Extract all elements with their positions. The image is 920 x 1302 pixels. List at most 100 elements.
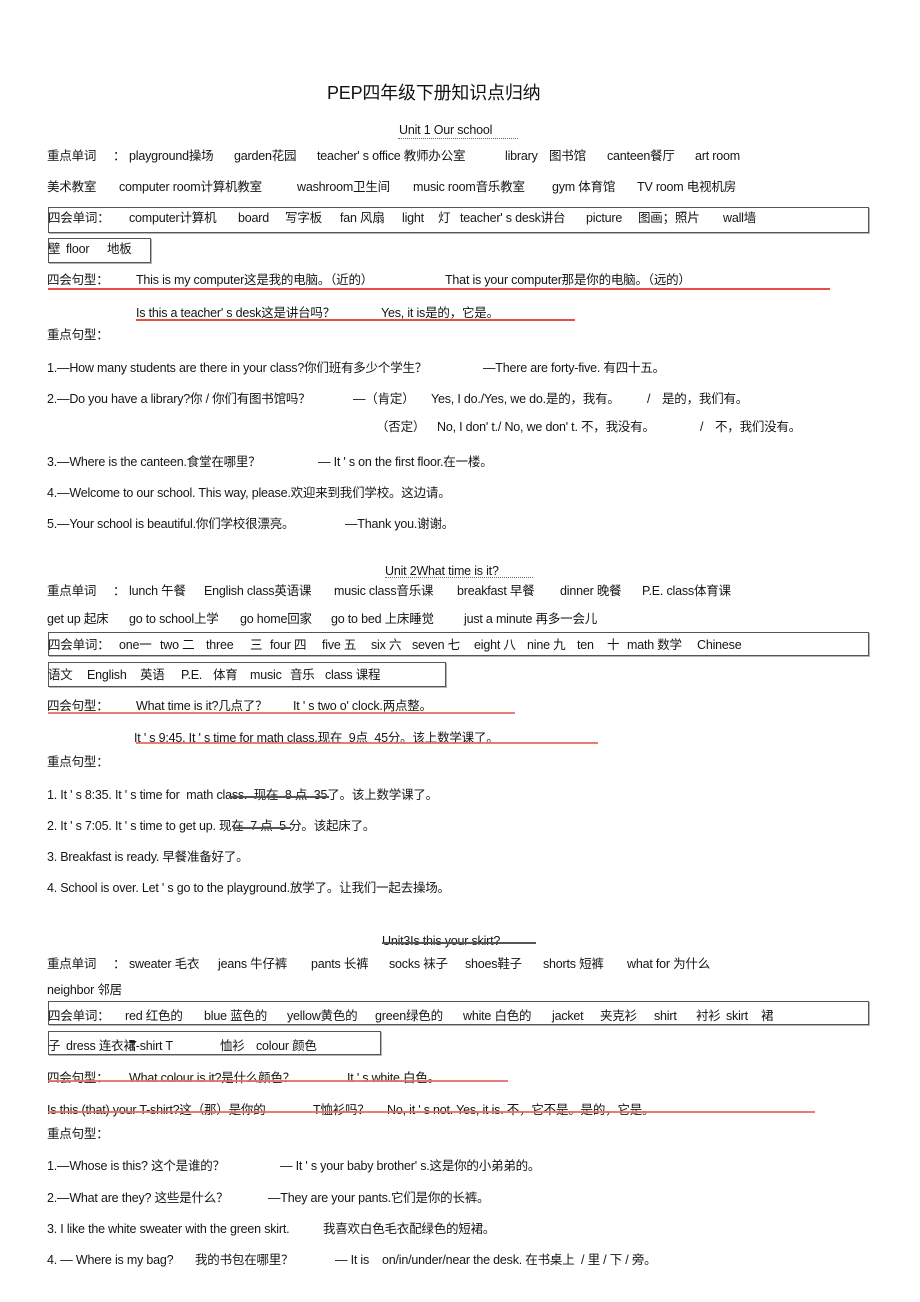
vocab-item: yellow黄色的 <box>287 1009 358 1023</box>
vocab-item: get up 起床 <box>47 612 109 626</box>
answer: — It ' s on the first floor.在一楼。 <box>318 455 493 469</box>
key-words-label: 重点单词 <box>47 584 97 598</box>
vocab-item: sweater 毛衣 <box>129 957 200 971</box>
vocab-item: 灯 <box>438 211 451 225</box>
key-sentence: 4. School is over. Let ' s go to the pla… <box>0 880 920 896</box>
key-sentence: 2.—Do you have a library?你 / 你们有图书馆吗？ —（… <box>0 391 920 407</box>
vocab-item: 音乐 <box>290 668 315 682</box>
key-words-label: 重点单词 <box>47 957 97 971</box>
vocab-item: Chinese <box>697 638 742 652</box>
vocab-item: jeans 牛仔裤 <box>218 957 288 971</box>
sentence: 4. School is over. Let ' s go to the pla… <box>47 881 450 895</box>
vocab-item: 衬衫 <box>696 1009 721 1023</box>
unit1-four-skill-sentences-row: 四会句型： This is my computer这是我的电脑。（近的） Tha… <box>0 272 920 288</box>
answer: —There are forty-five. 有四十五。 <box>483 361 665 375</box>
key-sentence: 5.—Your school is beautiful.你们学校很漂亮。 —Th… <box>0 516 920 532</box>
unit3-key-words-row: 重点单词 ： sweater 毛衣 jeans 牛仔裤 pants 长裤 soc… <box>0 956 920 972</box>
vocab-item: 英语 <box>140 668 165 682</box>
vocab-item: seven 七 <box>412 638 460 652</box>
unit2-title-underline <box>385 577 533 578</box>
unit1-title-underline <box>398 138 518 139</box>
unit1-title: Unit 1 Our school <box>399 123 493 137</box>
vocab-item: light <box>402 211 424 225</box>
sentence: Is this (that) your T-shirt?这（那）是你的 <box>47 1103 266 1117</box>
key-sentence: 2. It ' s 7:05. It ' s time to get up. 现… <box>0 818 920 834</box>
vocab-item: just a minute 再多一会儿 <box>464 612 598 626</box>
vocab-item: 图书馆 <box>549 149 586 163</box>
unit3-title: Unit3Is this your skirt? <box>382 934 501 948</box>
label-colon: ： <box>113 957 126 971</box>
four-skill-sentences-label: 四会句型： <box>47 1071 109 1085</box>
vocab-item: computer计算机 <box>129 211 217 225</box>
vocab-item: class 课程 <box>325 668 381 682</box>
red-annotation-underline <box>48 288 830 290</box>
question: 4. — Where is my bag? <box>47 1253 174 1267</box>
key-sentence: 2.—What are they? 这些是什么？ —They are your … <box>0 1190 920 1206</box>
vocab-item: five 五 <box>322 638 357 652</box>
red-annotation-underline <box>136 742 598 744</box>
unit1-key-words-row2: 美术教室 computer room计算机教室 washroom卫生间 musi… <box>0 179 920 195</box>
vocab-item: canteen餐厅 <box>607 149 675 163</box>
unit3-key-words-row2: neighbor 邻居 <box>0 982 920 998</box>
vocab-item: computer room计算机教室 <box>119 180 262 194</box>
key-sentence: 3.—Where is the canteen.食堂在哪里？ — It ' s … <box>0 454 920 470</box>
vocab-item: teacher' s desk讲台 <box>460 211 566 225</box>
vocab-item: wall墙 <box>723 211 757 225</box>
vocab-item: library <box>505 149 538 163</box>
document-title: PEP四年级下册知识点归纳 <box>327 83 541 103</box>
vocab-item: what for 为什么 <box>627 957 711 971</box>
vocab-item: fan 风扇 <box>340 211 385 225</box>
unit3-key-sentences-label-row: 重点句型： <box>0 1126 920 1142</box>
unit2-four-skill-words-row2: 语文 English 英语 P.E. 体育 music 音乐 class 课程 <box>0 667 920 683</box>
strikethrough-mark <box>233 827 291 829</box>
vocab-item: shirt <box>654 1009 677 1023</box>
unit1-key-words-row: 重点单词 ： playground操场 garden花园 teacher' s … <box>0 148 920 164</box>
unit2-four-skill-words-row: 四会单词： one一 two 二 three 三 four 四 five 五 s… <box>0 637 920 653</box>
unit2-key-words-row2: get up 起床 go to school上学 go home回家 go to… <box>0 611 920 627</box>
vocab-item: socks 袜子 <box>389 957 448 971</box>
key-sentences-label: 重点句型： <box>47 328 109 342</box>
label-colon: ： <box>113 584 126 598</box>
vocab-item: green绿色的 <box>375 1009 443 1023</box>
vocab-item: lunch 午餐 <box>129 584 186 598</box>
vocab-item: gym 体育馆 <box>552 180 616 194</box>
unit1-four-skill-words-row: 四会单词： computer计算机 board 写字板 fan 风扇 light… <box>0 210 920 226</box>
vocab-item: blue 蓝色的 <box>204 1009 268 1023</box>
sentence: What colour is it?是什么颜色？ <box>129 1071 296 1085</box>
vocab-item: floor <box>66 242 90 256</box>
vocab-item: 恤衫 <box>220 1039 245 1053</box>
vocab-item: shorts 短裤 <box>543 957 604 971</box>
answer: — It ' s your baby brother' s.这是你的小弟弟的。 <box>280 1159 541 1173</box>
answer: No, I don' t./ No, we don' t. 不，我没有。 <box>437 420 655 434</box>
document-page: PEP四年级下册知识点归纳 Unit 1 Our school 重点单词 ： p… <box>0 0 920 1302</box>
vocab-item: skirt <box>726 1009 748 1023</box>
answer-positive-label: —（肯定） <box>353 392 415 406</box>
question: 2.—Do you have a library?你 / 你们有图书馆吗？ <box>47 392 311 406</box>
vocab-item: breakfast 早餐 <box>457 584 535 598</box>
key-words-label: 重点单词 <box>47 149 97 163</box>
vocab-item: white 白色的 <box>463 1009 532 1023</box>
question: 1.—How many students are there in your c… <box>47 361 428 375</box>
sentence: 4.—Welcome to our school. This way, plea… <box>47 486 451 500</box>
vocab-item: English <box>87 668 127 682</box>
question: 3.—Where is the canteen.食堂在哪里？ <box>47 455 261 469</box>
vocab-item: neighbor 邻居 <box>47 983 122 997</box>
vocab-item: English class英语课 <box>204 584 312 598</box>
vocab-item: 三 <box>250 638 263 652</box>
key-sentence: 1.—Whose is this? 这个是谁的？ — It ' s your b… <box>0 1158 920 1174</box>
vocab-item: TV room 电视机房 <box>637 180 736 194</box>
unit3-four-skill-words-row2: 子 dress 连衣裙 T-shirt T 恤衫 colour 颜色 <box>0 1038 920 1054</box>
sentence: 2. It ' s 7:05. It ' s time to get up. 现… <box>47 819 376 833</box>
separator: / <box>700 420 704 434</box>
vocab-item: jacket <box>552 1009 584 1023</box>
vocab-item: go to bed 上床睡觉 <box>331 612 434 626</box>
vocab-item: teacher' s office 教师办公室 <box>317 149 466 163</box>
red-annotation-underline <box>48 712 515 714</box>
red-annotation-line <box>48 1111 815 1113</box>
vocab-item: 体育 <box>213 668 238 682</box>
vocab-item: playground操场 <box>129 149 214 163</box>
vocab-item: board <box>238 211 269 225</box>
separator: / <box>647 392 651 406</box>
vocab-item: 十 <box>607 638 620 652</box>
red-annotation-underline <box>136 319 575 321</box>
